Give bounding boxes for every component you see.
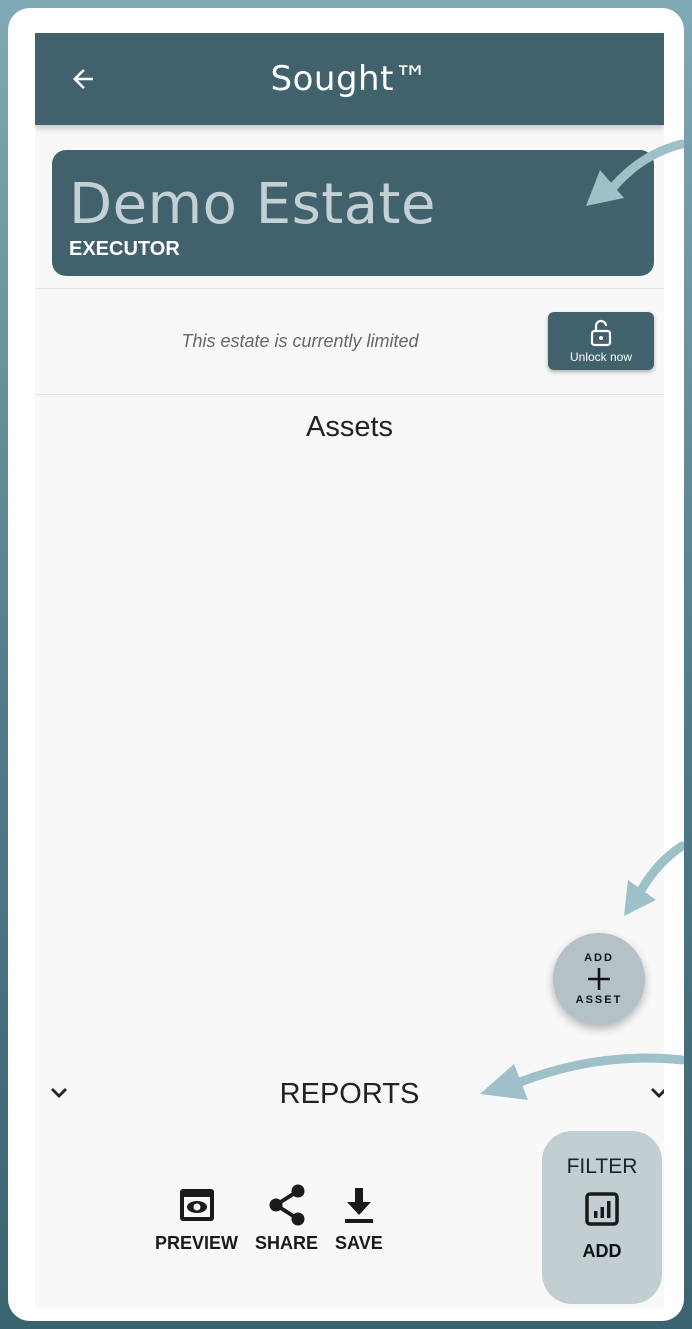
- estate-card[interactable]: Demo Estate EXECUTOR: [52, 150, 654, 276]
- download-icon: [344, 1188, 373, 1223]
- estate-role: EXECUTOR: [69, 238, 180, 260]
- reports-heading[interactable]: REPORTS: [35, 1078, 664, 1111]
- limited-message: This estate is currently limited: [181, 331, 419, 351]
- app-title: Sought™: [270, 59, 429, 99]
- add-asset-button[interactable]: ADD ASSET: [553, 933, 645, 1025]
- report-actions: PREVIEW SHARE SAVE: [155, 1183, 383, 1254]
- device-frame: Sought™ Demo Estate EXECUTOR This estate…: [8, 8, 684, 1321]
- share-label: SHARE: [255, 1233, 319, 1253]
- lock-open-icon: [590, 319, 612, 346]
- save-label: SAVE: [335, 1233, 383, 1253]
- share-icon: [269, 1184, 305, 1226]
- assets-heading: Assets: [305, 411, 394, 443]
- chart-box-icon[interactable]: [584, 1191, 620, 1227]
- reports-collapse-toggle-right[interactable]: [645, 1079, 664, 1107]
- plus-icon: [588, 968, 610, 990]
- add-asset-bottom-label: ASSET: [575, 994, 623, 1006]
- unlock-now-button[interactable]: Unlock now: [548, 312, 654, 370]
- unlock-now-label: Unlock now: [569, 349, 633, 364]
- divider: [35, 288, 664, 289]
- preview-button[interactable]: PREVIEW: [155, 1183, 238, 1254]
- filter-label: FILTER: [566, 1155, 638, 1178]
- save-button[interactable]: SAVE: [335, 1183, 383, 1254]
- filter-add-button[interactable]: ADD: [583, 1241, 622, 1262]
- estate-name: Demo Estate: [69, 172, 436, 237]
- chevron-down-icon: [651, 1088, 664, 1098]
- divider: [35, 394, 664, 395]
- add-asset-top-label: ADD: [584, 952, 614, 964]
- app-screen: Sought™ Demo Estate EXECUTOR This estate…: [35, 33, 664, 1308]
- app-bar: Sought™: [35, 33, 664, 125]
- filter-panel: FILTER ADD: [542, 1131, 662, 1304]
- share-button[interactable]: SHARE: [255, 1183, 318, 1254]
- preview-icon: [179, 1189, 214, 1221]
- preview-label: PREVIEW: [155, 1233, 239, 1253]
